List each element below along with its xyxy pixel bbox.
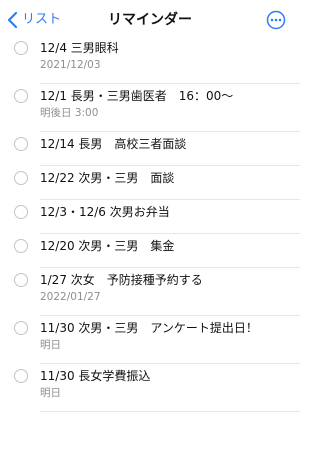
reminder-title: 1/27 次女 予防接種予約する [40,273,203,287]
reminder-title: 12/22 次男・三男 面談 [40,171,175,185]
reminder-list: 12/4 三男眼科 2021/12/03 12/1 長男・三男歯医者 16：00～ 明… [0,36,300,412]
back-button[interactable]: リスト [6,10,61,30]
reminder-checkbox[interactable] [14,205,28,219]
reminder-checkbox[interactable] [14,41,28,55]
list-item[interactable]: 11/30 次男・三男 アンケート提出日！ 明日 [14,316,300,364]
list-item[interactable]: 1/27 次女 予防接種予約する 2022/01/27 [14,268,300,316]
list-item[interactable]: 12/20 次男・三男 集金 [14,234,300,268]
reminder-checkbox[interactable] [14,171,28,185]
more-options-icon[interactable] [266,10,286,30]
reminder-checkbox[interactable] [14,273,28,287]
reminder-checkbox[interactable] [14,239,28,253]
reminder-title: 12/1 長男・三男歯医者 16：00～ [40,89,234,103]
reminder-title: 11/30 次男・三男 アンケート提出日！ [40,321,258,335]
list-item[interactable]: 12/4 三男眼科 2021/12/03 [14,36,300,84]
reminder-title: 12/3・12/6 次男お弁当 [40,205,170,219]
navigation-bar: リスト リマインダー [0,0,300,40]
reminder-title: 12/4 三男眼科 [40,41,119,55]
reminder-title: 12/14 長男 高校三者面談 [40,137,187,151]
list-item[interactable]: 12/3・12/6 次男お弁当 [14,200,300,234]
reminder-due-date: 明後日 3:00 [40,107,99,119]
reminder-due-date: 明日 [40,387,61,399]
chevron-left-icon [7,11,18,29]
reminder-title: 11/30 長女学費振込 [40,369,151,383]
reminder-checkbox[interactable] [14,321,28,335]
list-item[interactable]: 12/1 長男・三男歯医者 16：00～ 明後日 3:00 [14,84,300,132]
list-item[interactable]: 12/22 次男・三男 面談 [14,166,300,200]
reminder-title: 12/20 次男・三男 集金 [40,239,175,253]
reminder-due-date: 2021/12/03 [40,59,101,71]
reminder-checkbox[interactable] [14,137,28,151]
reminder-checkbox[interactable] [14,89,28,103]
reminder-due-date: 明日 [40,339,61,351]
reminder-due-date: 2022/01/27 [40,291,101,303]
back-button-label: リスト [22,12,62,27]
reminder-checkbox[interactable] [14,369,28,383]
list-item[interactable]: 11/30 長女学費振込 明日 [14,364,300,412]
list-item[interactable]: 12/14 長男 高校三者面談 [14,132,300,166]
